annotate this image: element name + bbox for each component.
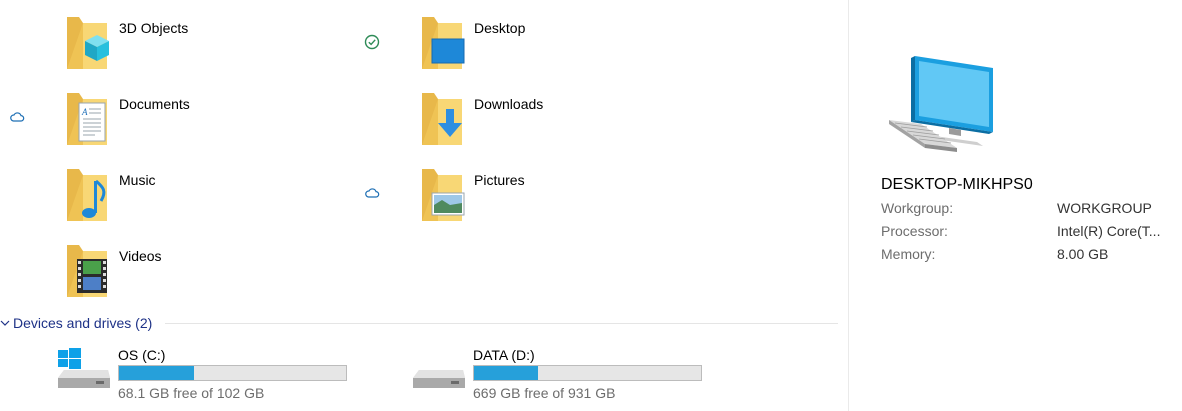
property-value: Intel(R) Core(T... <box>1057 223 1161 239</box>
3d-objects-folder-icon <box>63 15 109 71</box>
property-label: Processor: <box>881 223 948 239</box>
details-pane: DESKTOP-MIKHPS0 Workgroup: WORKGROUP Pro… <box>848 0 1182 411</box>
drive-tile-data-d[interactable]: DATA (D:) 669 GB free of 931 GB <box>411 344 741 404</box>
property-value: 8.00 GB <box>1057 246 1109 262</box>
main-content: 3D Objects Desktop A Documents Downloads… <box>0 0 848 411</box>
property-label: Workgroup: <box>881 200 954 216</box>
folder-label: Documents <box>119 96 190 112</box>
cloud-icon <box>10 112 25 122</box>
drive-name: OS (C:) <box>118 347 166 363</box>
folder-label: Pictures <box>474 172 525 188</box>
pictures-folder-icon <box>418 167 465 223</box>
folder-label: 3D Objects <box>119 20 189 36</box>
property-processor: Processor: Intel(R) Core(T... <box>881 223 1181 243</box>
windows-drive-icon <box>58 348 110 388</box>
folder-tile-downloads[interactable]: Downloads <box>418 91 748 159</box>
folder-label: Music <box>119 172 156 188</box>
folder-tile-videos[interactable]: Videos <box>63 243 393 311</box>
section-title: Devices and drives (2) <box>13 315 153 331</box>
drive-usage-bar <box>118 365 347 381</box>
property-value: WORKGROUP <box>1057 200 1152 216</box>
downloads-folder-icon <box>418 91 462 147</box>
drive-usage-bar <box>473 365 702 381</box>
property-memory: Memory: 8.00 GB <box>881 246 1181 266</box>
folder-tile-3d-objects[interactable]: 3D Objects <box>63 15 393 83</box>
computer-icon <box>889 56 993 152</box>
drive-free-space: 669 GB free of 931 GB <box>473 385 616 401</box>
drive-usage-fill <box>474 366 538 380</box>
music-folder-icon <box>63 167 111 223</box>
devices-section-header[interactable]: Devices and drives (2) <box>0 312 840 334</box>
folder-label: Videos <box>119 248 162 264</box>
svg-text:A: A <box>81 107 88 117</box>
desktop-folder-icon <box>418 15 465 71</box>
drive-tile-os-c[interactable]: OS (C:) 68.1 GB free of 102 GB <box>56 344 386 404</box>
documents-folder-icon: A <box>63 91 111 147</box>
computer-name: DESKTOP-MIKHPS0 <box>881 176 1033 193</box>
cloud-icon <box>365 188 380 198</box>
folder-tile-music[interactable]: Music <box>63 167 393 235</box>
drive-name: DATA (D:) <box>473 347 535 363</box>
hard-drive-icon <box>413 370 465 388</box>
folder-label: Desktop <box>474 20 526 36</box>
property-workgroup: Workgroup: WORKGROUP <box>881 200 1181 220</box>
videos-folder-icon <box>63 243 107 299</box>
property-label: Memory: <box>881 246 936 262</box>
this-pc-view: 3D Objects Desktop A Documents Downloads… <box>0 0 1182 411</box>
folder-tile-pictures[interactable]: Pictures <box>418 167 748 235</box>
drive-usage-fill <box>119 366 195 380</box>
folder-tile-documents[interactable]: A Documents <box>63 91 393 159</box>
chevron-down-icon[interactable] <box>0 318 10 328</box>
folder-tile-desktop[interactable]: Desktop <box>418 15 748 83</box>
folder-label: Downloads <box>474 96 544 112</box>
sync-check-icon <box>364 34 380 50</box>
section-divider <box>165 323 838 324</box>
drive-free-space: 68.1 GB free of 102 GB <box>118 385 265 401</box>
